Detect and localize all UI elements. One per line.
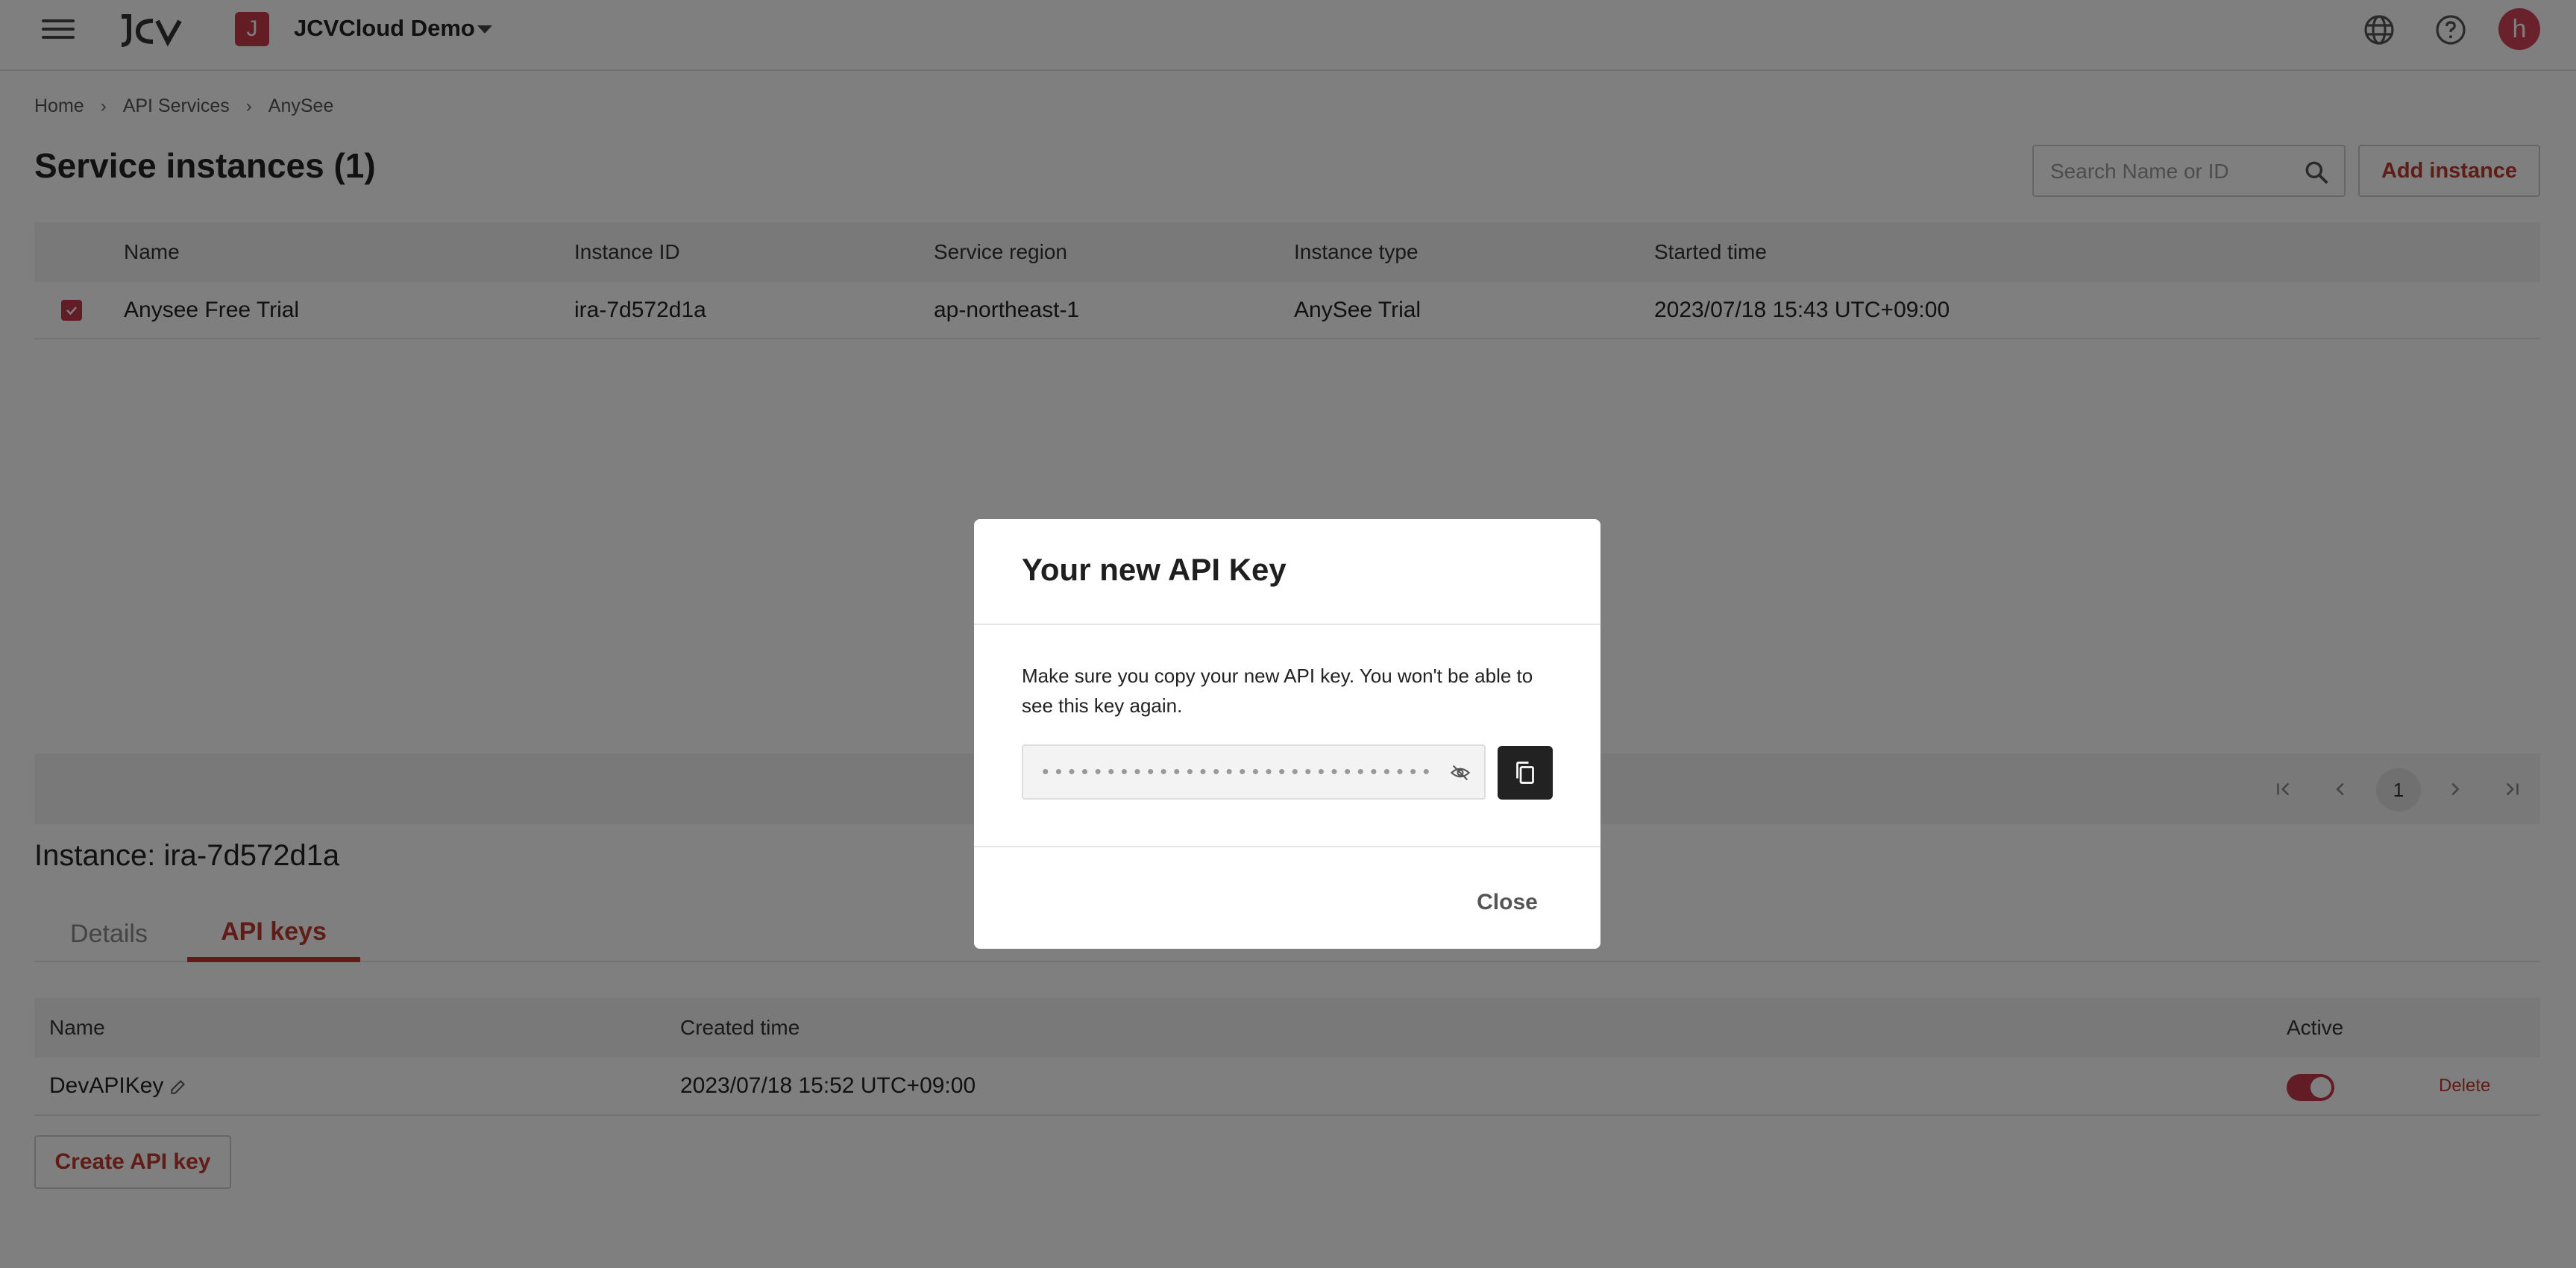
close-button[interactable]: Close bbox=[1451, 882, 1563, 923]
divider bbox=[974, 846, 1600, 847]
api-key-input[interactable] bbox=[1040, 759, 1435, 786]
visibility-off-icon[interactable] bbox=[1448, 761, 1472, 785]
dialog-message: Make sure you copy your new API key. You… bbox=[1022, 665, 1533, 717]
copy-button[interactable] bbox=[1498, 746, 1553, 800]
api-key-field bbox=[1022, 744, 1486, 800]
divider bbox=[974, 624, 1600, 625]
dialog-title: Your new API Key bbox=[1022, 552, 1287, 587]
api-key-dialog: Your new API Key Make sure you copy your… bbox=[974, 519, 1600, 949]
copy-icon bbox=[1516, 762, 1534, 784]
